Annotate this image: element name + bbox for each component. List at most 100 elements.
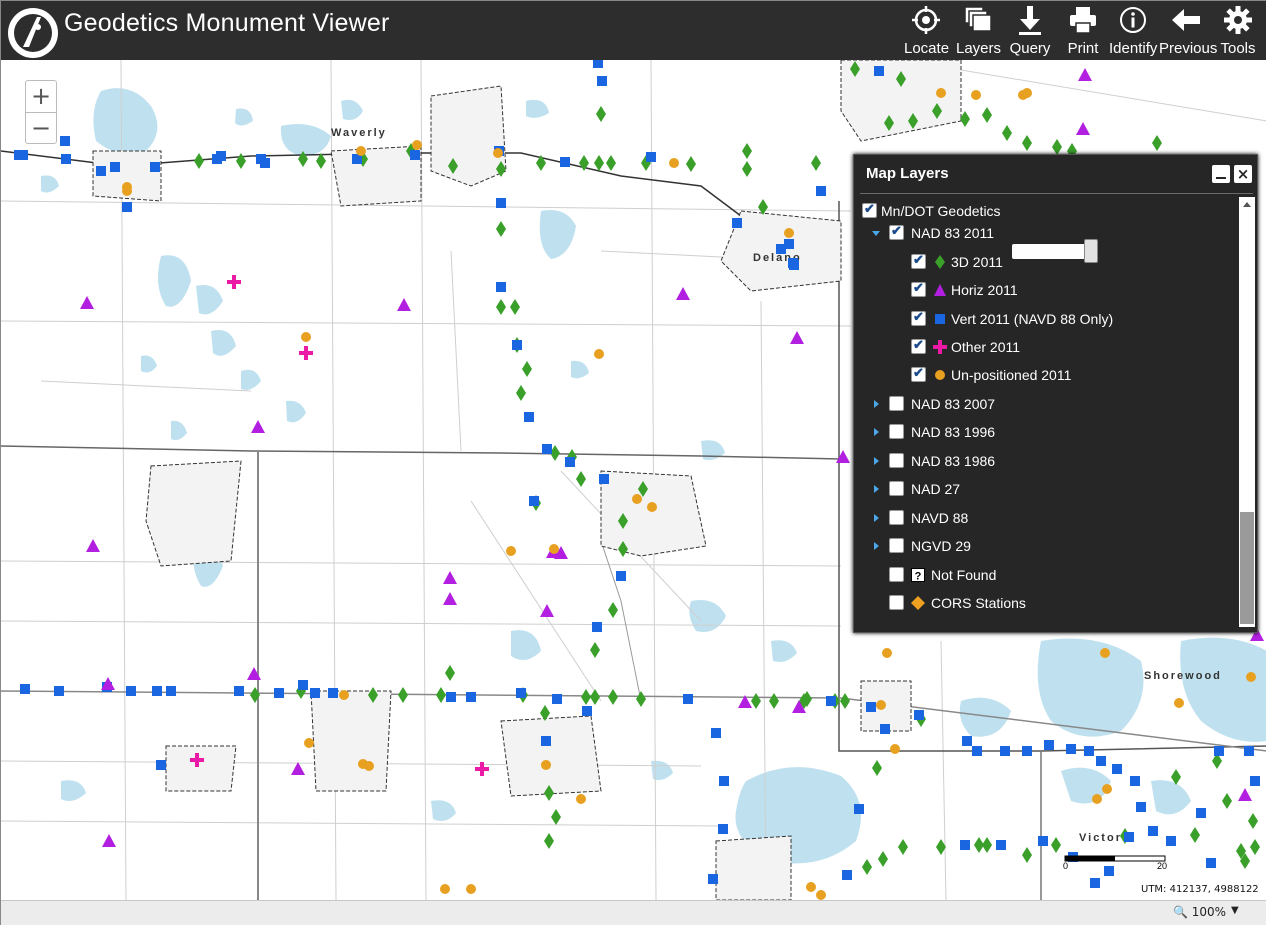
layer-group-nad83-2011[interactable]: NAD 83 2011 xyxy=(872,223,1232,247)
cross-marker[interactable] xyxy=(475,767,489,771)
square-marker[interactable] xyxy=(732,218,742,228)
square-marker[interactable] xyxy=(410,150,420,160)
diamond-marker[interactable] xyxy=(840,693,850,709)
square-marker[interactable] xyxy=(156,760,166,770)
square-marker[interactable] xyxy=(1096,756,1106,766)
triangle-marker[interactable] xyxy=(86,539,100,552)
circle-marker[interactable] xyxy=(816,890,826,900)
square-marker[interactable] xyxy=(597,76,607,86)
layer-checkbox[interactable] xyxy=(911,337,926,354)
square-marker[interactable] xyxy=(1022,746,1032,756)
diamond-marker[interactable] xyxy=(1250,839,1260,855)
circle-marker[interactable] xyxy=(506,546,516,556)
square-marker[interactable] xyxy=(866,702,876,712)
diamond-marker[interactable] xyxy=(608,602,618,618)
square-marker[interactable] xyxy=(541,736,551,746)
tools-button[interactable]: Tools xyxy=(1217,5,1259,59)
diamond-marker[interactable] xyxy=(769,693,779,709)
square-marker[interactable] xyxy=(582,706,592,716)
square-marker[interactable] xyxy=(854,804,864,814)
square-marker[interactable] xyxy=(960,840,970,850)
root-checkbox[interactable] xyxy=(862,201,877,218)
circle-marker[interactable] xyxy=(1100,648,1110,658)
circle-marker[interactable] xyxy=(784,228,794,238)
triangle-marker[interactable] xyxy=(443,592,457,605)
square-marker[interactable] xyxy=(1112,764,1122,774)
square-marker[interactable] xyxy=(880,724,890,734)
diamond-marker[interactable] xyxy=(1022,847,1032,863)
circle-marker[interactable] xyxy=(971,90,981,100)
close-button[interactable]: × xyxy=(1234,165,1252,183)
circle-marker[interactable] xyxy=(466,884,476,894)
square-marker[interactable] xyxy=(816,186,826,196)
triangle-marker[interactable] xyxy=(443,571,457,584)
square-marker[interactable] xyxy=(96,166,106,176)
square-marker[interactable] xyxy=(1000,746,1010,756)
square-marker[interactable] xyxy=(708,874,718,884)
layer-horiz-2011[interactable]: Horiz 2011 xyxy=(911,280,1231,304)
layer-vert-2011[interactable]: Vert 2011 (NAVD 88 Only) xyxy=(911,309,1231,333)
square-marker[interactable] xyxy=(711,728,721,738)
square-marker[interactable] xyxy=(328,688,338,698)
square-marker[interactable] xyxy=(776,244,786,254)
diamond-marker[interactable] xyxy=(596,106,606,122)
square-marker[interactable] xyxy=(1206,858,1216,868)
square-marker[interactable] xyxy=(298,680,308,690)
square-marker[interactable] xyxy=(1196,808,1206,818)
diamond-marker[interactable] xyxy=(551,809,561,825)
circle-marker[interactable] xyxy=(541,760,551,770)
square-marker[interactable] xyxy=(1124,832,1134,842)
square-marker[interactable] xyxy=(542,444,552,454)
square-marker[interactable] xyxy=(54,686,64,696)
triangle-marker[interactable] xyxy=(1078,68,1092,81)
cross-marker[interactable] xyxy=(227,280,241,284)
square-marker[interactable] xyxy=(60,136,70,146)
circle-marker[interactable] xyxy=(1102,784,1112,794)
layer-checkbox[interactable] xyxy=(911,365,926,382)
square-marker[interactable] xyxy=(1214,746,1224,756)
layer-checkbox[interactable] xyxy=(889,567,904,582)
diamond-marker[interactable] xyxy=(576,471,586,487)
square-marker[interactable] xyxy=(1136,802,1146,812)
diamond-marker[interactable] xyxy=(1190,827,1200,843)
circle-marker[interactable] xyxy=(493,148,503,158)
square-marker[interactable] xyxy=(529,496,539,506)
diamond-marker[interactable] xyxy=(236,153,246,169)
diamond-marker[interactable] xyxy=(590,642,600,658)
diamond-marker[interactable] xyxy=(606,155,616,171)
circle-marker[interactable] xyxy=(890,744,900,754)
group-checkbox[interactable] xyxy=(889,481,904,496)
group-checkbox[interactable] xyxy=(889,424,904,439)
circle-marker[interactable] xyxy=(549,544,559,554)
square-marker[interactable] xyxy=(1066,744,1076,754)
square-marker[interactable] xyxy=(1044,740,1054,750)
diamond-marker[interactable] xyxy=(960,111,970,127)
triangle-marker[interactable] xyxy=(1238,788,1252,801)
diamond-marker[interactable] xyxy=(398,687,408,703)
diamond-marker[interactable] xyxy=(544,833,554,849)
diamond-marker[interactable] xyxy=(445,665,455,681)
circle-marker[interactable] xyxy=(412,140,422,150)
square-marker[interactable] xyxy=(496,198,506,208)
layer-checkbox[interactable] xyxy=(911,280,926,297)
circle-marker[interactable] xyxy=(1174,698,1184,708)
circle-marker[interactable] xyxy=(301,332,311,342)
square-marker[interactable] xyxy=(216,151,226,161)
circle-marker[interactable] xyxy=(806,882,816,892)
panel-scrollbar[interactable] xyxy=(1239,197,1255,627)
square-marker[interactable] xyxy=(842,870,852,880)
circle-marker[interactable] xyxy=(356,146,366,156)
triangle-marker[interactable] xyxy=(102,834,116,847)
diamond-marker[interactable] xyxy=(1248,813,1258,829)
square-marker[interactable] xyxy=(524,412,534,422)
square-marker[interactable] xyxy=(122,202,132,212)
expand-arrow-icon[interactable] xyxy=(874,457,879,465)
diamond-marker[interactable] xyxy=(581,689,591,705)
layer-not-found[interactable]: ? Not Found xyxy=(889,567,1229,589)
group-checkbox[interactable] xyxy=(889,223,904,240)
square-marker[interactable] xyxy=(996,840,1006,850)
scrollbar-thumb[interactable] xyxy=(1240,512,1254,624)
diamond-marker[interactable] xyxy=(522,361,532,377)
print-button[interactable]: Print xyxy=(1061,5,1105,59)
square-marker[interactable] xyxy=(152,686,162,696)
